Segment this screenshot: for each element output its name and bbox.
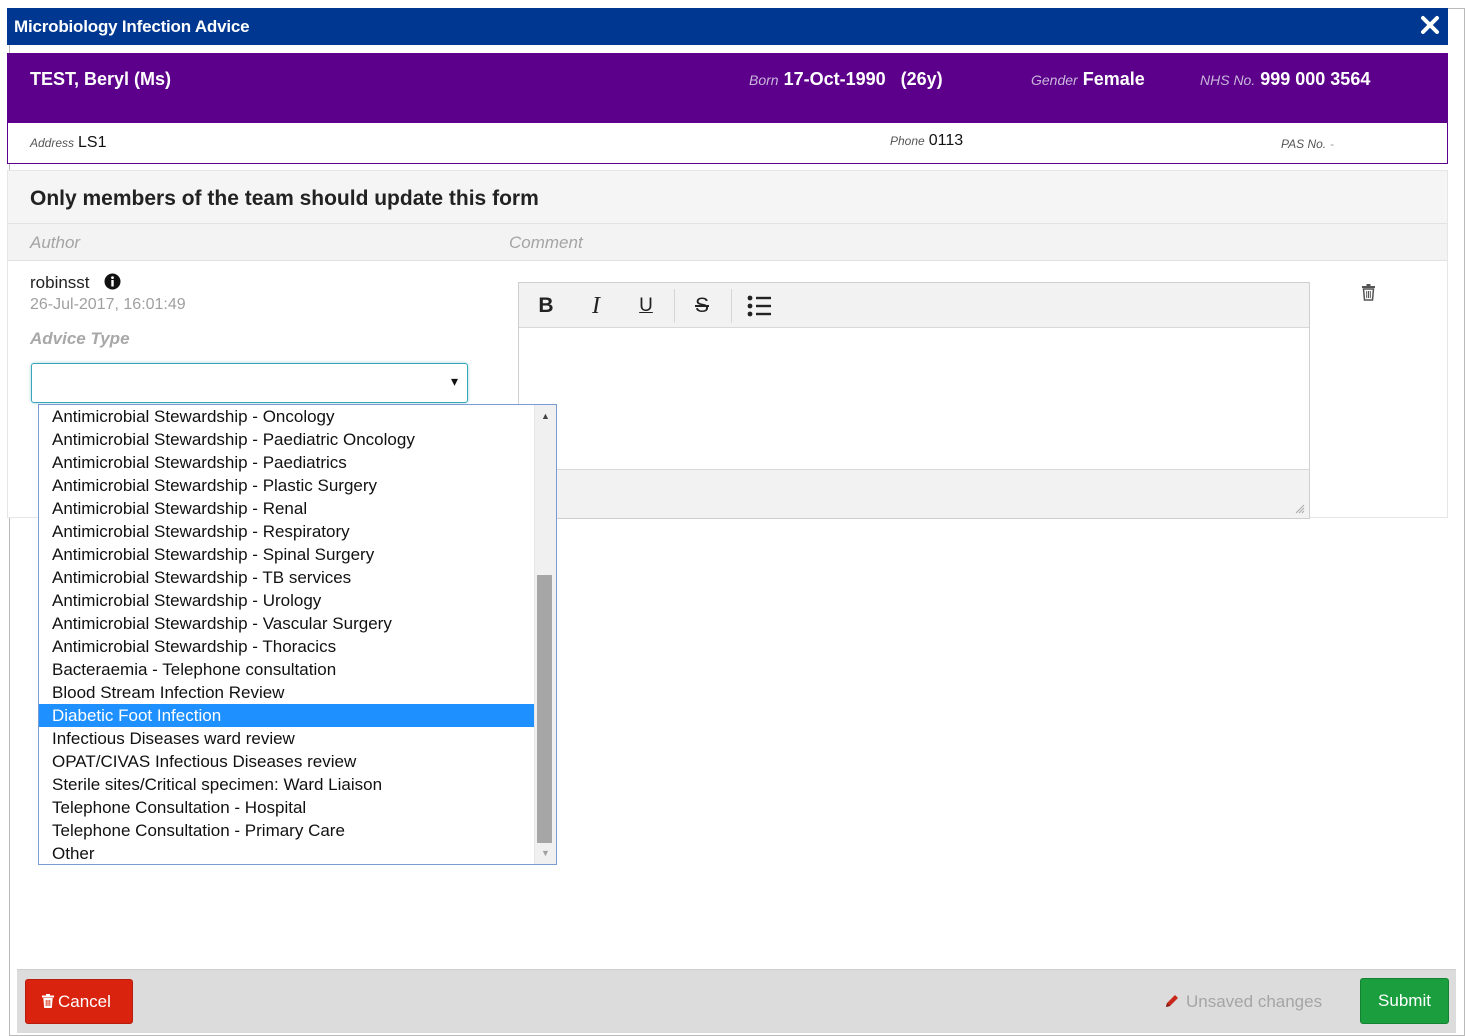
dropdown-option[interactable]: Antimicrobial Stewardship - Oncology	[39, 405, 534, 428]
dropdown-option[interactable]: Telephone Consultation - Hospital	[39, 796, 534, 819]
dropdown-options: Antimicrobial Stewardship - Oncology Anti…	[39, 405, 534, 864]
dropdown-option[interactable]: Bacteraemia - Telephone consultation	[39, 658, 534, 681]
comment-editor: B I U S	[518, 282, 1310, 519]
author-column-header: Author	[30, 233, 81, 252]
address-value: LS1	[78, 134, 107, 151]
gender-value: Female	[1082, 69, 1145, 89]
nhs-value: 999 000 3564	[1260, 69, 1371, 89]
dropdown-option[interactable]: Other	[39, 842, 534, 864]
author-user: robinsst	[30, 273, 121, 293]
comment-column-header: Comment	[509, 233, 583, 252]
dropdown-option[interactable]: Antimicrobial Stewardship - Paediatrics	[39, 451, 534, 474]
dropdown-option[interactable]: Blood Stream Infection Review	[39, 681, 534, 704]
patient-nhs-number: NHS No. 999 000 3564	[1200, 69, 1370, 90]
dropdown-option[interactable]: Antimicrobial Stewardship - TB services	[39, 566, 534, 589]
phone-value: 0113	[928, 132, 964, 149]
dialog-title: Microbiology Infection Advice	[14, 17, 250, 36]
patient-pas-number: PAS No. -	[1281, 135, 1334, 153]
bullet-list-icon	[747, 295, 771, 317]
dropdown-scrollbar[interactable]: ▲ ▼	[534, 405, 556, 864]
dropdown-option[interactable]: Antimicrobial Stewardship - Urology	[39, 589, 534, 612]
dropdown-option[interactable]: Diabetic Foot Infection	[39, 704, 534, 727]
gender-label: Gender	[1031, 72, 1078, 88]
author-username: robinsst	[30, 273, 90, 292]
advice-type-label: Advice Type	[30, 329, 130, 348]
trash-icon	[42, 981, 54, 1008]
born-label: Born	[749, 72, 779, 88]
scroll-down-icon[interactable]: ▼	[535, 844, 556, 862]
patient-banner: TEST, Beryl (Ms) Born 17-Oct-1990 (26y) G…	[7, 53, 1448, 123]
comment-textarea[interactable]	[519, 329, 1309, 469]
advice-type-dropdown: Antimicrobial Stewardship - Oncology Anti…	[38, 404, 557, 865]
info-icon[interactable]	[104, 273, 121, 290]
address-label: Address	[30, 136, 75, 150]
advice-type-select[interactable]: ▾	[31, 363, 468, 403]
bullet-list-button[interactable]	[744, 291, 774, 321]
close-icon[interactable]	[1418, 13, 1442, 37]
cancel-label: Cancel	[58, 992, 111, 1011]
resize-grip-icon[interactable]	[1293, 502, 1305, 514]
form-header-row: Author Comment	[8, 223, 1447, 261]
nhs-label: NHS No.	[1200, 72, 1256, 88]
toolbar-divider	[674, 289, 675, 323]
chevron-down-icon: ▾	[450, 373, 458, 389]
patient-born: Born 17-Oct-1990 (26y)	[749, 69, 943, 90]
editor-toolbar: B I U S	[519, 283, 1309, 328]
patient-address-bar: Address LS1 Phone 0113 PAS No. -	[7, 123, 1448, 164]
dropdown-option[interactable]: Sterile sites/Critical specimen: Ward Li…	[39, 773, 534, 796]
form-warning: Only members of the team should update t…	[30, 187, 539, 210]
toolbar-divider	[731, 289, 732, 323]
dropdown-option[interactable]: Antimicrobial Stewardship - Spinal Surge…	[39, 543, 534, 566]
dropdown-option[interactable]: Antimicrobial Stewardship - Paediatric O…	[39, 428, 534, 451]
trash-icon[interactable]	[1361, 284, 1376, 301]
scrollbar-thumb[interactable]	[537, 575, 552, 843]
entry-timestamp: 26-Jul-2017, 16:01:49	[30, 296, 186, 313]
unsaved-label: Unsaved changes	[1186, 992, 1323, 1011]
scroll-up-icon[interactable]: ▲	[535, 407, 556, 425]
pencil-icon	[1164, 993, 1180, 1009]
italic-button[interactable]: I	[581, 291, 611, 321]
dropdown-option[interactable]: Antimicrobial Stewardship - Vascular Sur…	[39, 612, 534, 635]
phone-label: Phone	[890, 134, 925, 148]
dropdown-option[interactable]: Antimicrobial Stewardship - Renal	[39, 497, 534, 520]
submit-button[interactable]: Submit	[1360, 978, 1449, 1024]
dropdown-option[interactable]: Antimicrobial Stewardship - Thoracics	[39, 635, 534, 658]
dropdown-option[interactable]: Infectious Diseases ward review	[39, 727, 534, 750]
dropdown-option[interactable]: Telephone Consultation - Primary Care	[39, 819, 534, 842]
patient-phone: Phone 0113	[890, 132, 963, 150]
bold-button[interactable]: B	[531, 291, 561, 321]
underline-button[interactable]: U	[631, 291, 661, 321]
cancel-button[interactable]: Cancel	[25, 979, 133, 1024]
dropdown-option[interactable]: OPAT/CIVAS Infectious Diseases review	[39, 750, 534, 773]
editor-footer	[519, 469, 1309, 518]
strikethrough-button[interactable]: S	[687, 291, 717, 321]
dropdown-option[interactable]: Antimicrobial Stewardship - Respiratory	[39, 520, 534, 543]
patient-address: Address LS1	[30, 134, 107, 152]
pas-label: PAS No.	[1281, 137, 1327, 151]
born-value: 17-Oct-1990 (26y)	[783, 69, 943, 89]
dialog-title-bar: Microbiology Infection Advice	[7, 8, 1448, 45]
patient-name: TEST, Beryl (Ms)	[30, 69, 172, 89]
unsaved-changes-indicator: Unsaved changes	[1164, 992, 1322, 1012]
pas-value: -	[1330, 137, 1335, 151]
patient-gender: Gender Female	[1031, 69, 1145, 90]
dialog-footer: Cancel Unsaved changes Submit	[17, 969, 1456, 1033]
dropdown-option[interactable]: Antimicrobial Stewardship - Plastic Surg…	[39, 474, 534, 497]
